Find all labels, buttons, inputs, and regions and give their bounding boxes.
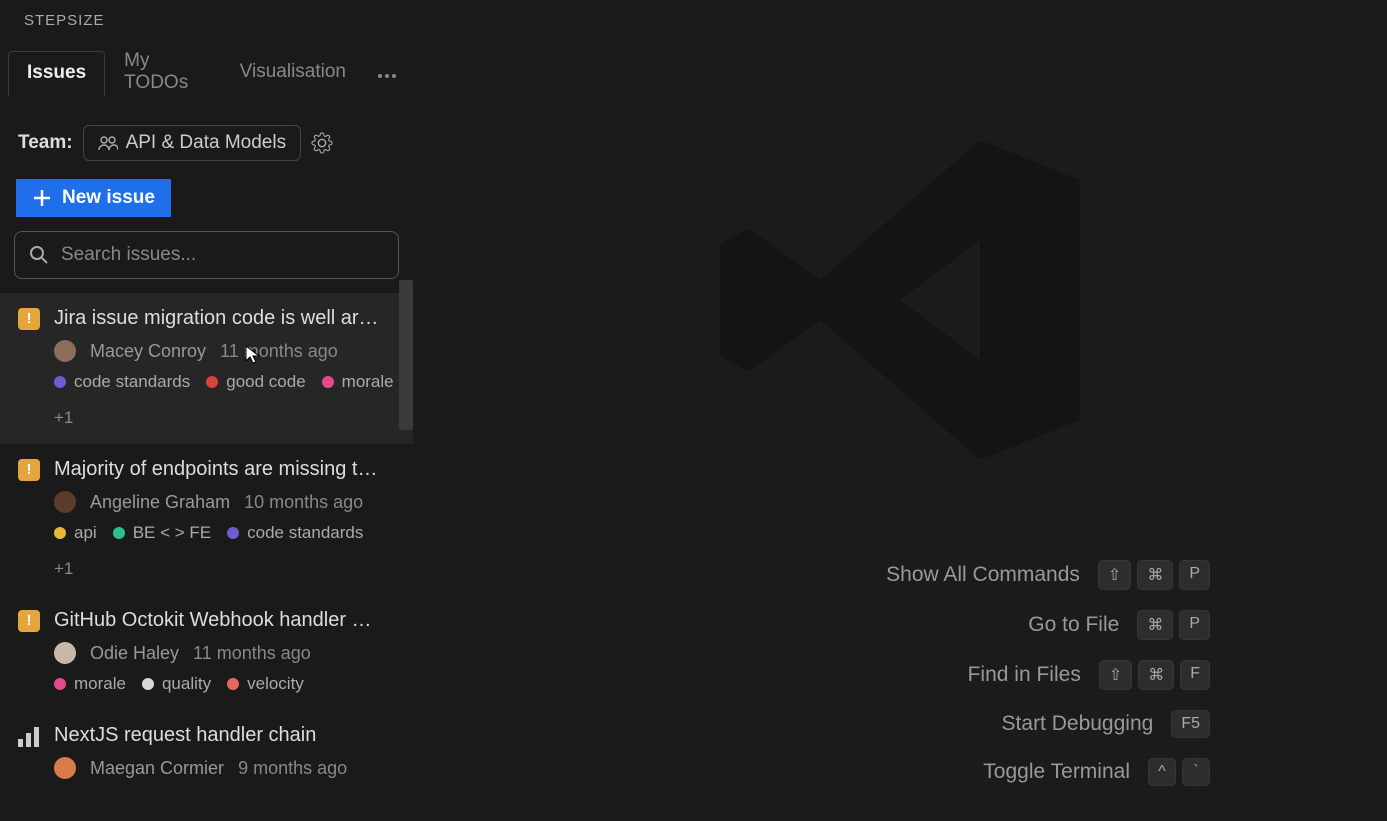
tag-label: velocity (247, 674, 304, 694)
tag-dot-icon (54, 678, 66, 690)
sidebar: STEPSIZE Issues My TODOs Visualisation T… (0, 0, 413, 821)
issue-time: 10 months ago (244, 492, 363, 513)
tab-issues[interactable]: Issues (8, 51, 105, 96)
severity-warn-icon (18, 308, 40, 330)
severity-warn-icon (18, 459, 40, 481)
tag[interactable]: good code (206, 372, 305, 392)
tag-dot-icon (227, 527, 239, 539)
severity-warn-icon (18, 610, 40, 632)
issue-card[interactable]: NextJS request handler chain Maegan Cormi… (0, 710, 413, 795)
tag[interactable]: BE < > FE (113, 523, 211, 543)
issue-meta: Odie Haley 11 months ago (54, 642, 395, 664)
issue-title-row: Jira issue migration code is well ar… (18, 307, 395, 330)
avatar (54, 642, 76, 664)
team-selector[interactable]: API & Data Models (83, 125, 302, 161)
tag-dot-icon (206, 376, 218, 388)
tag-row: api BE < > FE code standards +1 (54, 523, 395, 579)
tag[interactable]: code standards (54, 372, 190, 392)
tag-dot-icon (54, 376, 66, 388)
more-tags[interactable]: +1 (54, 408, 73, 428)
tag-dot-icon (54, 527, 66, 539)
tag-row: code standards good code morale +1 (54, 372, 395, 428)
tab-visualisation[interactable]: Visualisation (221, 50, 365, 96)
tag[interactable]: velocity (227, 674, 304, 694)
search-row (0, 231, 413, 293)
tag-label: api (74, 523, 97, 543)
tag[interactable]: morale (322, 372, 394, 392)
issue-card[interactable]: Jira issue migration code is well ar… Mac… (0, 293, 413, 444)
issues-list[interactable]: Jira issue migration code is well ar… Mac… (0, 293, 413, 821)
people-icon (98, 135, 118, 151)
team-label: Team: (18, 132, 73, 154)
team-row: Team: API & Data Models (0, 107, 413, 173)
issue-meta: Angeline Graham 10 months ago (54, 491, 395, 513)
settings-button[interactable] (311, 132, 333, 154)
vscode-logo-icon (700, 100, 1100, 500)
issue-title: NextJS request handler chain (54, 724, 316, 747)
tag-dot-icon (322, 376, 334, 388)
search-input[interactable] (61, 244, 384, 266)
tag[interactable]: api (54, 523, 97, 543)
avatar (54, 491, 76, 513)
issue-title: Majority of endpoints are missing t… (54, 458, 377, 481)
avatar (54, 757, 76, 779)
tag-label: code standards (247, 523, 363, 543)
issue-author: Angeline Graham (90, 492, 230, 513)
gear-icon (311, 132, 333, 154)
tag-label: good code (226, 372, 305, 392)
issue-time: 11 months ago (220, 341, 338, 362)
issue-title: GitHub Octokit Webhook handler … (54, 609, 372, 632)
tag[interactable]: quality (142, 674, 211, 694)
issue-author: Maegan Cormier (90, 758, 224, 779)
avatar (54, 340, 76, 362)
issue-card[interactable]: Majority of endpoints are missing t… Ange… (0, 444, 413, 595)
tag-label: quality (162, 674, 211, 694)
search-box[interactable] (14, 231, 399, 279)
issue-meta: Maegan Cormier 9 months ago (54, 757, 395, 779)
issue-author: Odie Haley (90, 643, 179, 664)
scrollbar-thumb[interactable] (399, 280, 413, 430)
issue-author: Macey Conroy (90, 341, 206, 362)
new-issue-button[interactable]: New issue (16, 179, 171, 217)
tab-more-icon[interactable] (369, 62, 405, 85)
tag-label: code standards (74, 372, 190, 392)
tag[interactable]: code standards (227, 523, 363, 543)
tag-label: morale (74, 674, 126, 694)
issue-title-row: Majority of endpoints are missing t… (18, 458, 395, 481)
app-root: STEPSIZE Issues My TODOs Visualisation T… (0, 0, 1387, 821)
more-tags[interactable]: +1 (54, 559, 73, 579)
issue-title-row: GitHub Octokit Webhook handler … (18, 609, 395, 632)
issue-time: 9 months ago (238, 758, 347, 779)
tag[interactable]: morale (54, 674, 126, 694)
tabs: Issues My TODOs Visualisation (0, 39, 413, 107)
sidebar-title: STEPSIZE (0, 0, 413, 39)
new-issue-label: New issue (62, 187, 155, 209)
tab-my-todos[interactable]: My TODOs (105, 39, 221, 107)
issue-title-row: NextJS request handler chain (18, 724, 395, 747)
tag-row: morale quality velocity (54, 674, 395, 694)
search-icon (29, 245, 49, 265)
editor-pane: Show All Commands⇧⌘PGo to File⌘PFind in … (413, 0, 1387, 821)
tag-label: morale (342, 372, 394, 392)
issue-meta: Macey Conroy 11 months ago (54, 340, 395, 362)
issue-title: Jira issue migration code is well ar… (54, 307, 379, 330)
issue-time: 11 months ago (193, 643, 311, 664)
plus-icon (32, 188, 52, 208)
tag-dot-icon (142, 678, 154, 690)
tag-dot-icon (113, 527, 125, 539)
team-name: API & Data Models (126, 132, 287, 154)
issue-card[interactable]: GitHub Octokit Webhook handler … Odie Hal… (0, 595, 413, 710)
bars-icon (18, 725, 40, 747)
tag-dot-icon (227, 678, 239, 690)
tag-label: BE < > FE (133, 523, 211, 543)
